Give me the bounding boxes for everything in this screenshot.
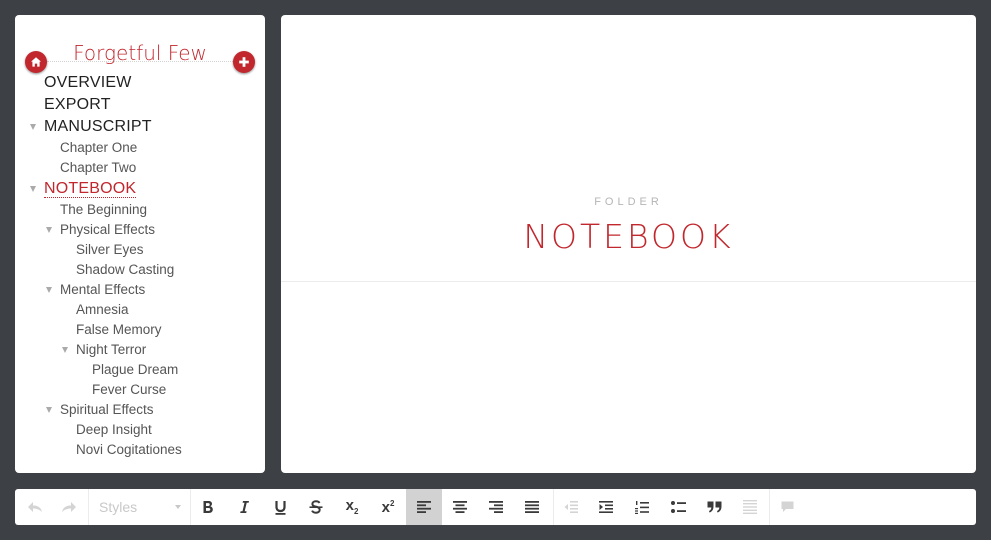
tree-item-novi-cogitationes[interactable]: Novi Cogitationes: [15, 440, 265, 460]
caret-down-icon[interactable]: [46, 227, 52, 233]
tree-item-label: The Beginning: [60, 202, 148, 217]
editor-toolbar: Styles x2 x2: [15, 489, 976, 525]
align-right-button[interactable]: [479, 489, 513, 525]
tree-item-label: Novi Cogitationes: [76, 442, 182, 457]
redo-button[interactable]: [53, 489, 85, 525]
tree-item-night-terror[interactable]: Night Terror: [15, 340, 265, 360]
tree-item-shadow-casting[interactable]: Shadow Casting: [15, 260, 265, 280]
tree-item-label: Night Terror: [76, 342, 147, 357]
outdent-icon: [564, 501, 578, 513]
ordered-list-button[interactable]: [625, 489, 659, 525]
tree-item-label: Silver Eyes: [76, 242, 144, 257]
tree-item-fever-curse[interactable]: Fever Curse: [15, 380, 265, 400]
strikethrough-button[interactable]: [299, 489, 333, 525]
tree-item-label: OVERVIEW: [44, 74, 132, 91]
align-center-icon: [453, 501, 467, 513]
tree-item-notebook[interactable]: NOTEBOOK: [15, 178, 265, 200]
align-right-icon: [489, 501, 503, 513]
document-title[interactable]: NOTEBOOK: [281, 218, 976, 255]
ordered-list-icon: [635, 500, 649, 514]
document-tree: OVERVIEW EXPORT MANUSCRIPT Chapter One C…: [15, 72, 265, 460]
tree-item-label: Fever Curse: [92, 382, 167, 397]
undo-icon: [28, 502, 42, 512]
document-panel: FOLDER NOTEBOOK: [281, 15, 976, 473]
align-left-icon: [417, 501, 431, 513]
home-icon: [31, 57, 41, 67]
horizontal-rule-icon: [743, 500, 757, 514]
title-divider: [47, 61, 233, 62]
tree-item-label: Physical Effects: [60, 222, 156, 237]
italic-button[interactable]: [227, 489, 261, 525]
undo-button[interactable]: [19, 489, 51, 525]
bold-icon: [203, 501, 213, 513]
tree-item-deep-insight[interactable]: Deep Insight: [15, 420, 265, 440]
italic-icon: [240, 501, 249, 513]
indent-icon: [599, 501, 613, 513]
tree-item-label: Plague Dream: [92, 362, 179, 377]
tree-item-label: Spiritual Effects: [60, 402, 154, 417]
tree-item-the-beginning[interactable]: The Beginning: [15, 200, 265, 220]
tree-item-mental-effects[interactable]: Mental Effects: [15, 280, 265, 300]
underline-button[interactable]: [263, 489, 297, 525]
plus-icon: [239, 57, 249, 67]
blockquote-icon: [707, 501, 721, 513]
tree-item-label: False Memory: [76, 322, 162, 337]
justify-icon: [525, 501, 539, 513]
tree-item-physical-effects[interactable]: Physical Effects: [15, 220, 265, 240]
tree-item-label: EXPORT: [44, 96, 111, 113]
indent-button[interactable]: [589, 489, 623, 525]
strikethrough-icon: [309, 500, 323, 514]
tree-item-false-memory[interactable]: False Memory: [15, 320, 265, 340]
subscript-icon: x2: [345, 497, 359, 516]
styles-dropdown-label: Styles: [99, 499, 138, 515]
header-divider: [281, 281, 976, 282]
bold-button[interactable]: [191, 489, 225, 525]
tree-item-label: Amnesia: [76, 302, 129, 317]
tree-item-manuscript[interactable]: MANUSCRIPT: [15, 116, 265, 138]
caret-down-icon[interactable]: [46, 287, 52, 293]
tree-item-label: Chapter Two: [60, 160, 137, 175]
superscript-icon: x2: [381, 498, 395, 516]
tree-item-label: Shadow Casting: [76, 262, 175, 277]
tree-item-amnesia[interactable]: Amnesia: [15, 300, 265, 320]
tree-item-label: NOTEBOOK: [44, 180, 137, 198]
tree-item-label: Chapter One: [60, 140, 138, 155]
document-type-label: FOLDER: [594, 196, 663, 208]
tree-item-label: MANUSCRIPT: [44, 118, 152, 135]
caret-down-icon[interactable]: [30, 124, 36, 130]
subscript-button[interactable]: x2: [335, 489, 369, 525]
home-button[interactable]: [25, 51, 47, 73]
tree-item-chapter-one[interactable]: Chapter One: [15, 138, 265, 158]
underline-icon: [274, 500, 286, 515]
outdent-button[interactable]: [554, 489, 588, 525]
project-title[interactable]: Forgetful Few: [15, 43, 265, 63]
align-left-button[interactable]: [406, 489, 442, 525]
caret-down-icon[interactable]: [62, 347, 68, 353]
tree-item-overview[interactable]: OVERVIEW: [15, 72, 265, 94]
comment-button[interactable]: [770, 489, 804, 525]
chevron-down-icon: [175, 505, 181, 509]
tree-item-export[interactable]: EXPORT: [15, 94, 265, 116]
bullet-list-icon: [670, 501, 686, 513]
tree-item-label: Deep Insight: [76, 422, 152, 437]
sidebar: Forgetful Few OVERVIEW EXPORT MANUSCRIPT…: [15, 15, 265, 473]
superscript-button[interactable]: x2: [371, 489, 405, 525]
styles-dropdown[interactable]: Styles: [89, 489, 189, 525]
comment-icon: [781, 501, 793, 512]
tree-item-plague-dream[interactable]: Plague Dream: [15, 360, 265, 380]
tree-item-silver-eyes[interactable]: Silver Eyes: [15, 240, 265, 260]
tree-item-label: Mental Effects: [60, 282, 146, 297]
justify-button[interactable]: [515, 489, 549, 525]
tree-item-chapter-two[interactable]: Chapter Two: [15, 158, 265, 178]
caret-down-icon[interactable]: [30, 186, 36, 192]
blockquote-button[interactable]: [697, 489, 731, 525]
redo-icon: [62, 502, 76, 512]
align-center-button[interactable]: [443, 489, 477, 525]
bullet-list-button[interactable]: [661, 489, 695, 525]
tree-item-spiritual-effects[interactable]: Spiritual Effects: [15, 400, 265, 420]
add-document-button[interactable]: [233, 51, 255, 73]
caret-down-icon[interactable]: [46, 407, 52, 413]
horizontal-rule-button[interactable]: [733, 489, 767, 525]
